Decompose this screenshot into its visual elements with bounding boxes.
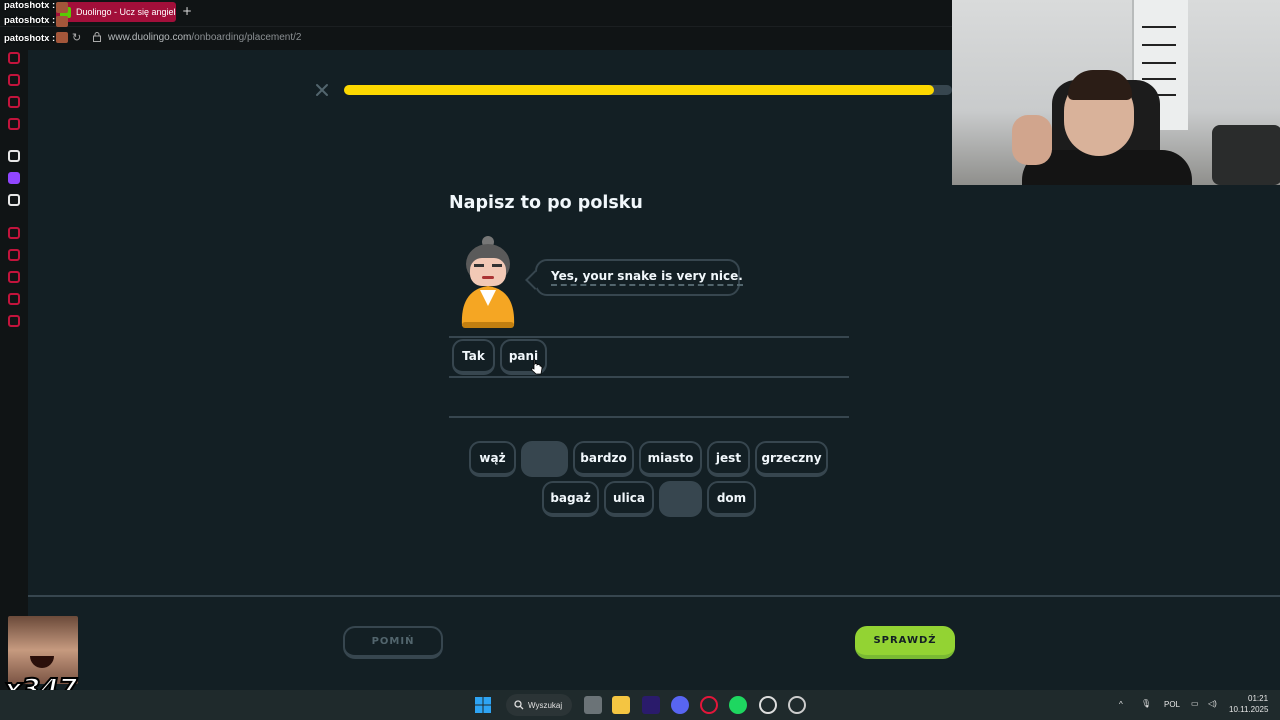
url-host: www.duolingo.com [108, 32, 192, 43]
word-bank-tile[interactable]: wąż [469, 441, 516, 477]
webcam-sofa [1212, 125, 1280, 185]
footer-divider [28, 595, 1280, 597]
discord-icon[interactable] [671, 696, 689, 714]
sidebar-messenger-icon[interactable] [8, 96, 20, 108]
search-icon [514, 700, 524, 710]
answer-line [449, 416, 849, 418]
word-bank-tile[interactable]: bardzo [573, 441, 634, 477]
task-view-icon[interactable] [584, 696, 602, 714]
reload-icon[interactable]: ↻ [72, 31, 81, 44]
answer-tile[interactable]: Tak [452, 339, 495, 375]
door-stripe [1142, 26, 1176, 28]
windows-taskbar [0, 690, 1280, 720]
chat-emote-icon [56, 16, 68, 27]
answer-line [449, 336, 849, 338]
chat-emote-icon [56, 32, 68, 43]
chat-username: patoshotx : [4, 33, 56, 44]
prompt-title: Napisz to po polsku [449, 193, 643, 213]
word-bank-tile[interactable]: bagaż [542, 481, 599, 517]
word-bank-tile[interactable]: dom [707, 481, 756, 517]
door-stripe [1142, 78, 1176, 80]
tray-chevron-icon[interactable]: ^ [1119, 700, 1123, 709]
word-bank-slot-empty [659, 481, 702, 517]
sidebar-pin-icon[interactable] [8, 249, 20, 261]
tab-duolingo[interactable]: Duolingo - Ucz się angielsk [56, 2, 176, 22]
file-explorer-icon[interactable] [612, 696, 630, 714]
check-button[interactable]: SPRAWDŹ [855, 626, 955, 659]
lesson-progress-bar [344, 85, 952, 95]
sidebar-aria-icon[interactable] [8, 150, 20, 162]
mouse-cursor-icon [531, 359, 543, 375]
close-icon[interactable] [314, 82, 330, 98]
sidebar-twitch-icon[interactable] [8, 172, 20, 184]
word-bank-slot-empty [521, 441, 568, 477]
sidebar-bag-icon[interactable] [8, 74, 20, 86]
chat-emote-icon [56, 2, 68, 13]
browser-sidebar [0, 50, 28, 690]
lock-icon [93, 32, 101, 42]
sidebar-mail-icon[interactable] [8, 118, 20, 130]
clock-date[interactable]: 10.11.2025 [1229, 705, 1268, 714]
volume-icon[interactable]: ◁) [1208, 699, 1217, 708]
word-bank-tile[interactable]: jest [707, 441, 750, 477]
door-stripe [1142, 62, 1176, 64]
search-label: Wyszukaj [528, 700, 563, 710]
tab-title: Duolingo - Ucz się angielsk [76, 7, 176, 17]
url-field[interactable]: www.duolingo.com/onboarding/placement/2 [108, 32, 301, 43]
chat-username: patoshotx : [4, 0, 56, 11]
windows-start-icon[interactable] [474, 696, 492, 714]
door-stripe [1142, 44, 1176, 46]
sentence-text[interactable]: Yes, your snake is very nice. [551, 269, 743, 286]
sidebar-settings-icon[interactable] [8, 315, 20, 327]
taskbar-search[interactable]: Wyszukaj [506, 694, 572, 716]
sidebar-x-icon[interactable] [8, 194, 20, 206]
answer-line [449, 376, 849, 378]
clock-time[interactable]: 01:21 [1248, 694, 1268, 703]
sidebar-history-icon[interactable] [8, 271, 20, 283]
word-bank-tile[interactable]: miasto [639, 441, 702, 477]
opera-icon[interactable] [700, 696, 718, 714]
word-bank-tile[interactable]: ulica [604, 481, 654, 517]
speech-bubble: Yes, your snake is very nice. [535, 259, 743, 296]
webcam-overlay [952, 0, 1280, 185]
language-indicator[interactable]: POL [1164, 700, 1180, 709]
sidebar-opera-icon[interactable] [8, 52, 20, 64]
webcam-hand [1012, 115, 1052, 165]
sidebar-player-icon[interactable] [8, 227, 20, 239]
network-icon[interactable]: ▭ [1191, 699, 1199, 708]
chat-username: patoshotx : [4, 15, 56, 26]
steam-icon[interactable] [788, 696, 806, 714]
premiere-icon[interactable] [642, 696, 660, 714]
sidebar-extensions-icon[interactable] [8, 293, 20, 305]
webcam-hair [1068, 70, 1132, 100]
new-tab-button[interactable]: + [182, 4, 192, 18]
lesson-progress-fill [344, 85, 934, 95]
microphone-icon[interactable]: 🎙 [1141, 699, 1151, 708]
app-icon[interactable] [759, 696, 777, 714]
url-path: /onboarding/placement/2 [191, 32, 302, 43]
spotify-icon[interactable] [729, 696, 747, 714]
skip-button[interactable]: POMIŃ [343, 626, 443, 659]
character-illustration [461, 236, 515, 328]
word-bank-tile[interactable]: grzeczny [755, 441, 828, 477]
browser-tab-bar: Duolingo - Ucz się angielsk + [0, 0, 952, 26]
